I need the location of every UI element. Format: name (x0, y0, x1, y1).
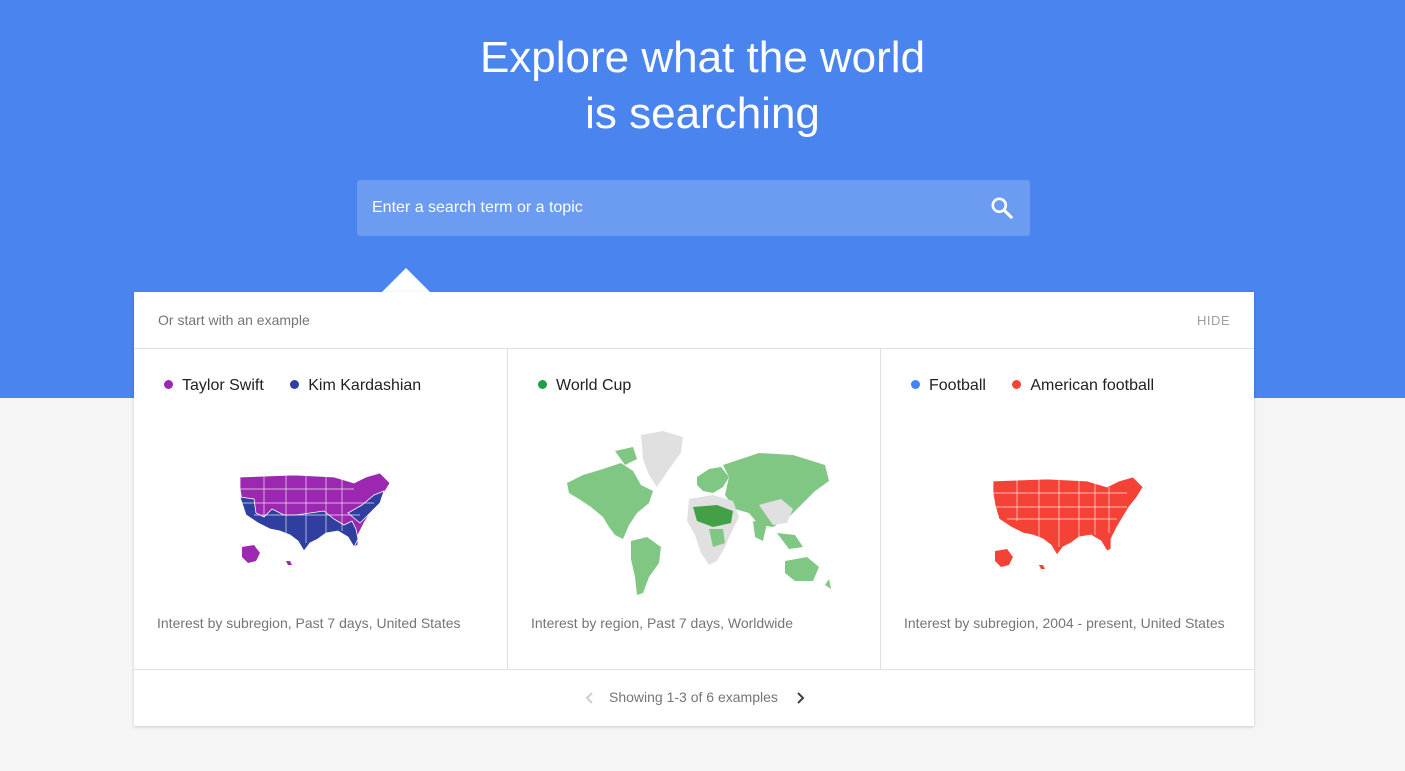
panel-pointer (382, 268, 430, 292)
examples-panel-header: Or start with an example HIDE (134, 292, 1254, 349)
legend-label: Kim Kardashian (308, 377, 422, 394)
pager-status: Showing 1-3 of 6 examples (609, 689, 778, 705)
legend-dot (164, 380, 173, 389)
search-box (357, 180, 1030, 236)
legend-label: Football (929, 377, 986, 394)
us-map (992, 476, 1144, 569)
example-card-2[interactable]: World Cup Interest by region, Past 7 day… (507, 349, 880, 669)
legend-dot (538, 380, 547, 389)
examples-panel: Or start with an example HIDE Taylor Swi… (134, 292, 1254, 726)
hero-title: Explore what the world is searching (0, 30, 1405, 142)
search-input[interactable] (357, 180, 972, 236)
legend-item: World Cup (538, 377, 631, 395)
example-caption: Interest by subregion, 2004 - present, U… (904, 615, 1225, 631)
us-map (239, 472, 391, 565)
chevron-left-icon[interactable] (580, 688, 600, 708)
legend-label: World Cup (556, 377, 632, 394)
example-caption: Interest by region, Past 7 days, Worldwi… (531, 615, 793, 631)
examples-pager: Showing 1-3 of 6 examples (134, 670, 1254, 726)
hero-title-line-2: is searching (585, 89, 820, 138)
legend-dot (290, 380, 300, 389)
chevron-right-icon[interactable] (790, 688, 810, 708)
example-legend: World Cup (538, 377, 653, 397)
example-card-3[interactable]: Football American football Interest by s… (880, 349, 1253, 669)
world-map (567, 431, 831, 595)
example-caption: Interest by subregion, Past 7 days, Unit… (157, 615, 461, 631)
example-legend: Football American football (911, 377, 1176, 397)
legend-dot (911, 380, 920, 389)
example-cards: Taylor Swift Kim Kardashian Interest by … (134, 349, 1254, 670)
example-card-1[interactable]: Taylor Swift Kim Kardashian Interest by … (134, 349, 506, 669)
examples-subtitle: Or start with an example (158, 312, 310, 328)
search-icon[interactable] (989, 195, 1015, 221)
hero-title-line-1: Explore what the world (479, 33, 926, 82)
legend-label: American football (1030, 377, 1154, 394)
legend-item: Football (911, 377, 986, 395)
legend-item: Kim Kardashian (290, 377, 421, 395)
example-legend: Taylor Swift Kim Kardashian (164, 377, 443, 397)
legend-label: Taylor Swift (182, 377, 264, 394)
legend-item: American football (1012, 377, 1154, 395)
legend-item: Taylor Swift (164, 377, 264, 395)
hide-button[interactable]: HIDE (1197, 313, 1230, 328)
legend-dot (1012, 380, 1022, 389)
